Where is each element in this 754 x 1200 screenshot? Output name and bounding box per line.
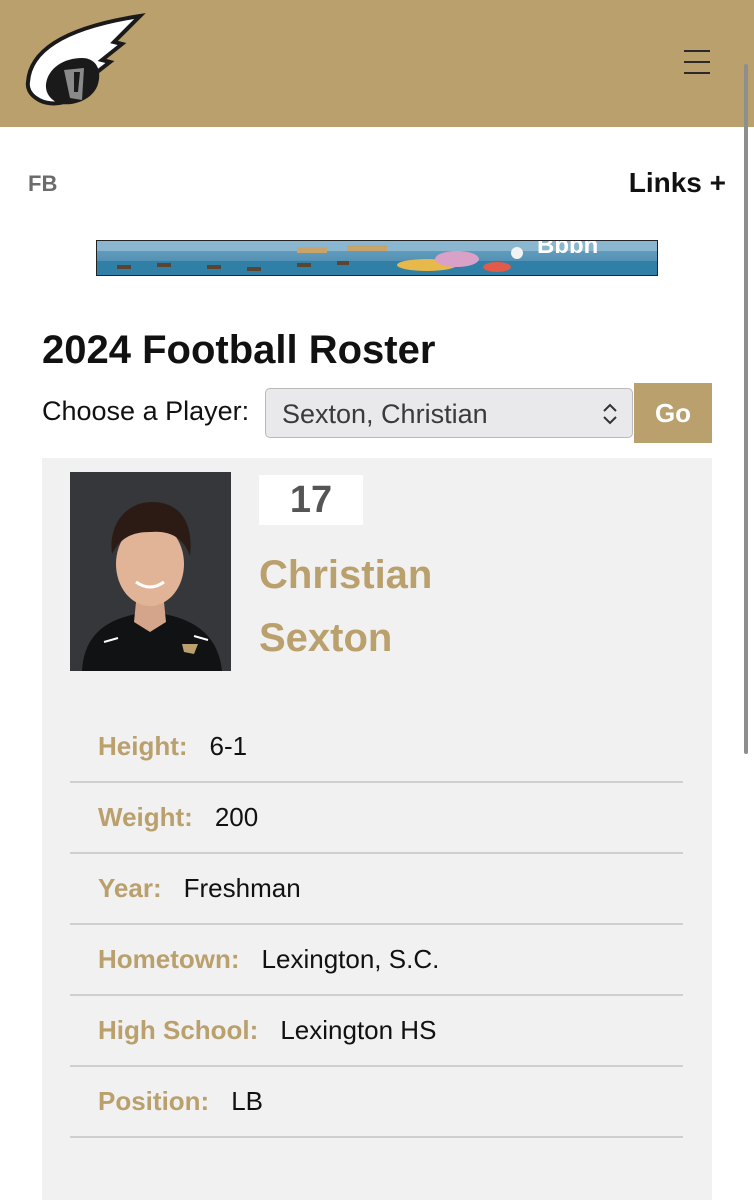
stat-label: Hometown:	[98, 944, 240, 974]
choose-player-label: Choose a Player:	[42, 396, 250, 426]
go-button[interactable]: Go	[634, 383, 712, 443]
stat-label: Weight:	[98, 802, 193, 832]
stat-value: 6-1	[209, 731, 248, 761]
sport-label: FB	[28, 171, 58, 196]
spartan-logo-icon[interactable]	[22, 12, 146, 114]
stat-value: Lexington HS	[280, 1015, 437, 1045]
selected-player: Sexton, Christian	[282, 399, 488, 429]
advertisement-banner[interactable]: Bbbn	[96, 240, 658, 276]
hamburger-menu-icon[interactable]	[684, 50, 710, 78]
player-headshot-photo	[70, 472, 231, 671]
player-first-name: Christian	[259, 553, 433, 597]
stat-row-weight: Weight: 200	[70, 783, 683, 854]
stat-row-year: Year: Freshman	[70, 854, 683, 925]
player-select[interactable]: Sexton, Christian	[265, 388, 633, 438]
page-scrollbar[interactable]	[744, 64, 748, 754]
player-card: 17 Christian Sexton Height: 6-1 Weight: …	[42, 458, 712, 1200]
stat-row-position: Position: LB	[70, 1067, 683, 1138]
advertisement-banner-image: Bbbn	[97, 241, 657, 275]
stat-row-high-school: High School: Lexington HS	[70, 996, 683, 1067]
stat-label: High School:	[98, 1015, 259, 1045]
stat-value: LB	[231, 1086, 264, 1116]
stat-label: Height:	[98, 731, 188, 761]
player-last-name: Sexton	[259, 616, 393, 660]
svg-text:Bbbn: Bbbn	[537, 241, 598, 259]
page-title: 2024 Football Roster	[42, 328, 436, 372]
stat-row-hometown: Hometown: Lexington, S.C.	[70, 925, 683, 996]
site-header	[0, 0, 754, 127]
player-stats-list: Height: 6-1 Weight: 200 Year: Freshman H…	[70, 712, 683, 1138]
stat-label: Year:	[98, 873, 162, 903]
jersey-number: 17	[259, 475, 363, 525]
chevron-up-down-icon	[603, 403, 617, 425]
stat-row-height: Height: 6-1	[70, 712, 683, 783]
links-menu-button[interactable]: Links +	[629, 167, 726, 199]
stat-label: Position:	[98, 1086, 210, 1116]
stat-value: 200	[214, 802, 259, 832]
stat-value: Freshman	[183, 873, 301, 903]
stat-value: Lexington, S.C.	[261, 944, 440, 974]
